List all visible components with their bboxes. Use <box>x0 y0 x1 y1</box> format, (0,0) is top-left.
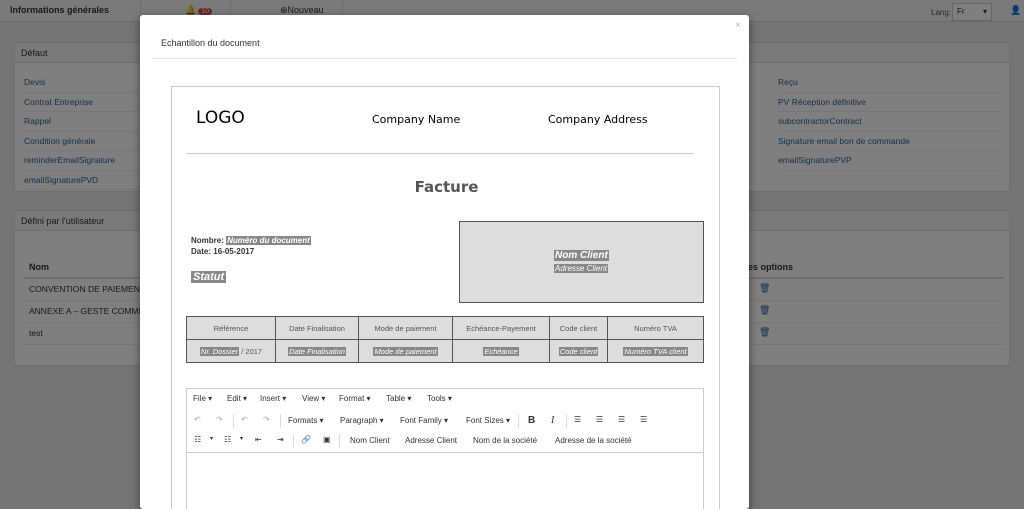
divider <box>152 58 737 59</box>
insert-company-address-button[interactable]: Adresse de la société <box>555 436 632 445</box>
align-justify-icon[interactable]: ☰ <box>640 415 647 424</box>
editor-toolbar-row-1: ↶ ↷ ↶ ↷ Formats ▾ Paragraph ▾ Font Famil… <box>187 410 703 432</box>
document-meta: Nombre: Numéro du document Date: 16-05-2… <box>191 235 311 257</box>
font-sizes-dropdown[interactable]: Font Sizes ▾ <box>466 416 510 425</box>
image-icon[interactable]: ▣ <box>323 435 331 444</box>
document-heading: Facture <box>414 178 479 196</box>
logo-placeholder: LOGO <box>196 108 245 128</box>
insert-company-name-button[interactable]: Nom de la société <box>473 436 537 445</box>
bold-icon[interactable]: B <box>528 415 535 426</box>
formats-dropdown[interactable]: Formats ▾ <box>288 416 324 425</box>
table-cell: Numéro TVA client <box>607 339 704 363</box>
table-header-cell: Numéro TVA <box>607 316 704 340</box>
undo-icon[interactable]: ↶ <box>241 415 248 424</box>
numbered-list-icon[interactable]: ☷ <box>224 435 231 444</box>
client-address: Adresse Client <box>554 264 609 273</box>
table-cell: Nr. Dossier / 2017 <box>186 339 276 363</box>
indent-icon[interactable]: ⇥ <box>277 435 284 444</box>
divider <box>339 434 340 448</box>
number-value: Numéro du document <box>226 236 311 245</box>
table-row: Nr. Dossier / 2017 Date Finalisation Mod… <box>186 339 704 363</box>
modal-title: Echantillon du document <box>161 38 260 48</box>
link-icon[interactable]: 🔗 <box>301 435 311 444</box>
menu-format[interactable]: Format ▾ <box>339 394 371 403</box>
editor-menubar: File ▾ Edit ▾ Insert ▾ View ▾ Format ▾ T… <box>187 389 703 409</box>
table-header-cell: Code client <box>549 316 608 340</box>
ref-value: Nr. Dossier <box>199 346 240 356</box>
italic-icon[interactable]: I <box>551 415 554 426</box>
align-left-icon[interactable]: ☰ <box>574 415 581 424</box>
ref-suffix: / 2017 <box>239 346 263 356</box>
divider <box>233 414 234 428</box>
table-header-row: Référence Date Finalisation Mode de paie… <box>186 316 704 340</box>
cell-value: Date Finalisation <box>288 346 346 356</box>
number-label: Nombre: <box>191 236 224 245</box>
cell-value: Numéro TVA client <box>623 346 688 356</box>
undo-icon[interactable]: ↶ <box>194 415 201 424</box>
company-name: Company Name <box>372 113 461 126</box>
insert-client-address-button[interactable]: Adresse Client <box>405 436 457 445</box>
status-placeholder: Statut <box>191 271 227 283</box>
editor-toolbar-row-2: ☷ ▾ ☷ ▾ ⇤ ⇥ 🔗 ▣ Nom Client Adresse Clien… <box>187 431 703 453</box>
redo-icon[interactable]: ↷ <box>263 415 270 424</box>
insert-client-name-button[interactable]: Nom Client <box>350 436 390 445</box>
divider <box>518 414 519 428</box>
menu-edit[interactable]: Edit ▾ <box>227 394 247 403</box>
cell-value: Mode de paiement <box>373 346 438 356</box>
date-label: Date: <box>191 247 212 256</box>
cell-value: Echéance <box>483 346 519 356</box>
number-line: Nombre: Numéro du document <box>191 235 311 246</box>
divider <box>566 414 567 428</box>
document-preview: LOGO Company Name Company Address Factur… <box>171 86 720 509</box>
align-center-icon[interactable]: ☰ <box>596 415 603 424</box>
table-cell: Echéance <box>452 339 550 363</box>
chevron-down-icon[interactable]: ▾ <box>240 435 243 442</box>
menu-tools[interactable]: Tools ▾ <box>427 394 452 403</box>
editor-content-area[interactable] <box>187 452 703 509</box>
divider <box>293 434 294 448</box>
client-name: Nom Client <box>554 250 609 261</box>
rich-text-editor: File ▾ Edit ▾ Insert ▾ View ▾ Format ▾ T… <box>186 388 704 509</box>
divider <box>186 153 693 154</box>
menu-table[interactable]: Table ▾ <box>386 394 411 403</box>
table-cell: Code client <box>549 339 608 363</box>
menu-file[interactable]: File ▾ <box>193 394 212 403</box>
table-cell: Mode de paiement <box>358 339 453 363</box>
align-right-icon[interactable]: ☰ <box>618 415 625 424</box>
redo-icon[interactable]: ↷ <box>216 415 223 424</box>
paragraph-dropdown[interactable]: Paragraph ▾ <box>340 416 384 425</box>
table-header-cell: Date Finalisation <box>275 316 359 340</box>
menu-insert[interactable]: Insert ▾ <box>260 394 286 403</box>
date-value: 16-05-2017 <box>213 247 255 256</box>
close-icon[interactable]: × <box>735 20 741 31</box>
table-header-cell: Mode de paiement <box>358 316 453 340</box>
chevron-down-icon[interactable]: ▾ <box>210 435 213 442</box>
divider <box>280 414 281 428</box>
document-preview-modal: Echantillon du document × LOGO Company N… <box>140 15 749 509</box>
cell-value: Code client <box>558 346 599 356</box>
menu-view[interactable]: View ▾ <box>302 394 325 403</box>
bullet-list-icon[interactable]: ☷ <box>194 435 201 444</box>
date-line: Date: 16-05-2017 <box>191 246 311 257</box>
reference-table: Référence Date Finalisation Mode de paie… <box>186 316 704 363</box>
table-header-cell: Echéance-Payement <box>452 316 550 340</box>
outdent-icon[interactable]: ⇤ <box>255 435 262 444</box>
company-address: Company Address <box>548 113 648 126</box>
table-header-cell: Référence <box>186 316 276 340</box>
table-cell: Date Finalisation <box>275 339 359 363</box>
font-family-dropdown[interactable]: Font Family ▾ <box>400 416 448 425</box>
client-box: Nom Client Adresse Client <box>459 221 704 303</box>
